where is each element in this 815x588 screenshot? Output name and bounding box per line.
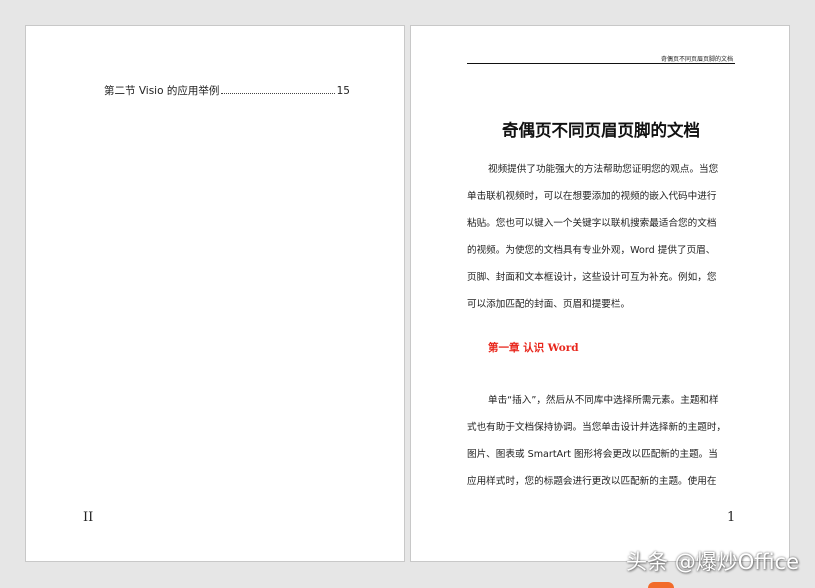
right-page: 奇偶页不同页眉页脚的文档 奇偶页不同页眉页脚的文档 视频提供了功能强大的方法帮助…: [410, 25, 790, 562]
paragraph-line: 单击“插入”，然后从不同库中选择所需元素。主题和样: [488, 395, 719, 406]
body-paragraph-2: 单击“插入”，然后从不同库中选择所需元素。主题和样 式也有助于文档保持协调。当您…: [467, 394, 735, 502]
watermark: 头条 @爆炒Office: [626, 550, 799, 574]
toc-leader-dots: [221, 93, 335, 94]
paragraph-line: 的视频。为使您的文档具有专业外观，Word 提供了页眉、: [467, 245, 716, 256]
paragraph-line: 视频提供了功能强大的方法帮助您证明您的观点。当您: [488, 164, 719, 175]
paragraph-line: 可以添加匹配的封面、页眉和提要栏。: [467, 299, 631, 310]
right-page-number: 1: [727, 510, 736, 525]
watermark-accent-shape: [648, 582, 674, 588]
chapter-heading: 第一章 认识 Word: [488, 342, 579, 354]
paragraph-line: 应用样式时，您的标题会进行更改以匹配新的主题。使用在: [467, 476, 717, 487]
toc-entry[interactable]: 第二节 Visio 的应用举例 15: [104, 83, 350, 98]
left-page: 第二节 Visio 的应用举例 15 II: [25, 25, 405, 562]
page-header: 奇偶页不同页眉页脚的文档: [660, 56, 733, 63]
left-page-number: II: [83, 510, 94, 525]
body-paragraph-1: 视频提供了功能强大的方法帮助您证明您的观点。当您 单击联机视频时，可以在想要添加…: [467, 163, 735, 325]
paragraph-line: 粘贴。您也可以键入一个关键字以联机搜索最适合您的文档: [467, 218, 717, 229]
paragraph-line: 单击联机视频时，可以在想要添加的视频的嵌入代码中进行: [467, 191, 717, 202]
toc-entry-label: 第二节 Visio 的应用举例: [104, 85, 220, 97]
document-title: 奇偶页不同页眉页脚的文档: [502, 121, 700, 140]
paragraph-line: 式也有助于文档保持协调。当您单击设计并选择新的主题时，: [467, 422, 727, 433]
toc-entry-page: 15: [336, 85, 350, 97]
paragraph-line: 图片、图表或 SmartArt 图形将会更改以匹配新的主题。当: [467, 449, 718, 460]
header-rule: [467, 63, 735, 64]
paragraph-line: 页脚、封面和文本框设计，这些设计可互为补充。例如，您: [467, 272, 717, 283]
